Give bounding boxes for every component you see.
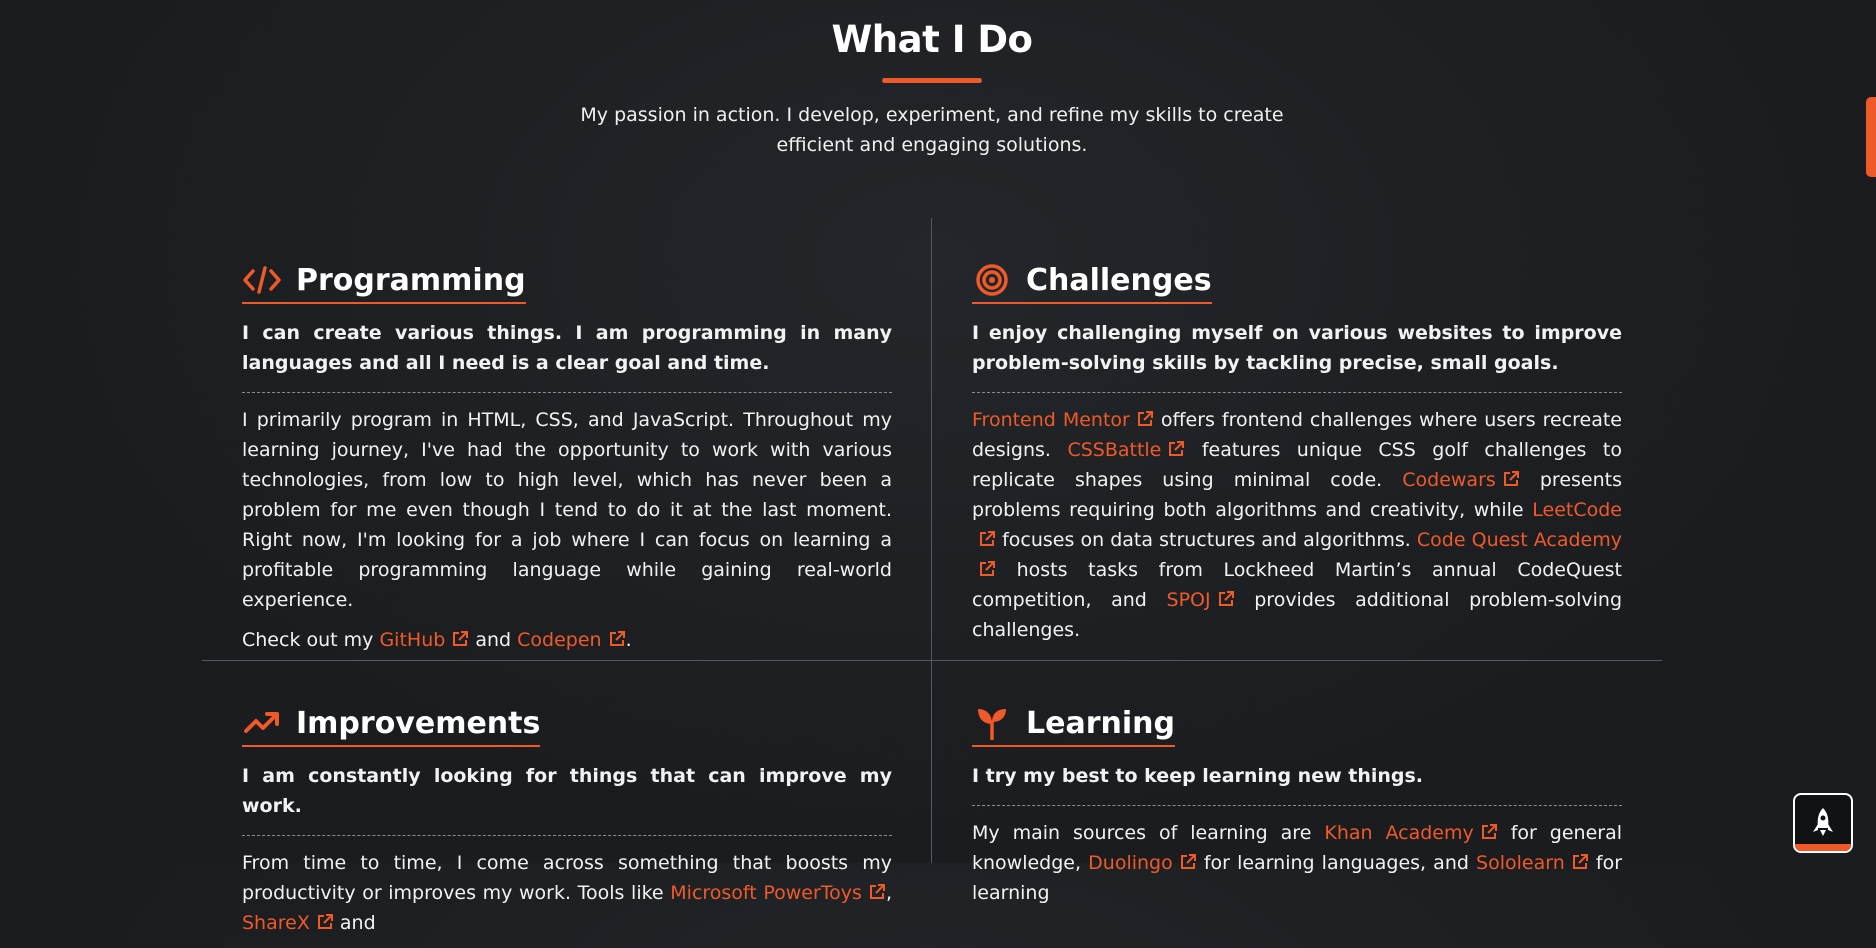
external-link-icon <box>869 884 885 899</box>
github-link-label: GitHub <box>379 629 446 651</box>
card-heading: Programming <box>242 262 526 304</box>
body-text-segment: and <box>339 912 376 934</box>
card-title: Programming <box>296 262 526 298</box>
card-lead: I can create various things. I am progra… <box>242 318 892 393</box>
link-label: Duolingo <box>1088 852 1173 874</box>
link-label: Code Quest Academy <box>1416 529 1622 551</box>
rocket-icon <box>1813 808 1833 836</box>
card-challenges: Challenges I enjoy challenging myself on… <box>972 262 1622 655</box>
back-to-top-button[interactable] <box>1793 793 1853 853</box>
section-subtitle: My passion in action. I develop, experim… <box>580 104 1284 156</box>
link-label: Codewars <box>1402 469 1496 491</box>
card-title: Challenges <box>1026 262 1212 298</box>
external-link-icon <box>317 914 333 929</box>
external-link-icon <box>980 531 995 546</box>
title-underline <box>882 78 982 83</box>
body-text-segment: focuses on data structures and algorithm… <box>1002 529 1411 551</box>
check-prefix: Check out my <box>242 629 374 651</box>
section-title: What I Do <box>831 18 1033 61</box>
external-link-icon <box>1137 411 1153 426</box>
github-link[interactable]: GitHub <box>379 629 469 651</box>
link-label: Khan Academy <box>1324 822 1474 844</box>
external-link-icon <box>1169 441 1185 456</box>
card-title: Learning <box>1026 705 1175 741</box>
external-link-icon <box>609 631 625 646</box>
duolingo-link[interactable]: Duolingo <box>1088 852 1197 874</box>
grid-vertical-divider <box>931 218 932 863</box>
external-link-icon <box>1503 471 1519 486</box>
link-label: CSSBattle <box>1067 439 1162 461</box>
external-link-icon <box>453 631 469 646</box>
card-body-paragraph: Frontend Mentor offers frontend challeng… <box>972 405 1622 645</box>
link-label: Frontend Mentor <box>972 409 1130 431</box>
link-label: Microsoft PowerToys <box>670 882 862 904</box>
card-heading: Improvements <box>242 705 541 747</box>
link-label: Sololearn <box>1476 852 1565 874</box>
link-label: LeetCode <box>1532 499 1622 521</box>
body-text-segment: for learning languages, and <box>1203 852 1469 874</box>
card-body-paragraph: I primarily program in HTML, CSS, and Ja… <box>242 409 892 611</box>
target-icon <box>972 262 1012 298</box>
card-programming: Programming I can create various things.… <box>242 262 892 665</box>
external-link-icon <box>1572 854 1588 869</box>
card-heading: Learning <box>972 705 1175 747</box>
card-body-paragraph: From time to time, I come across somethi… <box>242 852 892 934</box>
codewars-link[interactable]: Codewars <box>1402 469 1520 491</box>
card-links-paragraph: Check out my GitHub and Codepen. <box>242 625 892 655</box>
code-icon <box>242 262 282 298</box>
external-link-icon <box>1218 591 1234 606</box>
card-lead: I try my best to keep learning new thing… <box>972 761 1622 806</box>
spoj-link[interactable]: SPOJ <box>1167 589 1235 611</box>
back-to-top-accent-bar <box>1795 844 1851 851</box>
period: . <box>625 629 632 651</box>
external-link-icon <box>980 561 995 576</box>
sharex-link[interactable]: ShareX <box>242 912 334 934</box>
card-title: Improvements <box>296 705 541 741</box>
external-link-icon <box>1481 824 1497 839</box>
and-text: and <box>475 629 512 651</box>
card-lead: I enjoy challenging myself on various we… <box>972 318 1622 393</box>
card-body: I primarily program in HTML, CSS, and Ja… <box>242 405 892 655</box>
codepen-link[interactable]: Codepen <box>517 629 625 651</box>
khan-academy-link[interactable]: Khan Academy <box>1324 822 1497 844</box>
sololearn-link[interactable]: Sololearn <box>1476 852 1589 874</box>
link-label: ShareX <box>242 912 310 934</box>
link-label: SPOJ <box>1166 589 1211 611</box>
cssbattle-link[interactable]: CSSBattle <box>1067 439 1185 461</box>
frontend-mentor-link[interactable]: Frontend Mentor <box>972 409 1154 431</box>
powertoys-link[interactable]: Microsoft PowerToys <box>670 882 886 904</box>
codepen-link-label: Codepen <box>517 629 602 651</box>
trending-up-icon <box>242 705 282 741</box>
scrollbar-thumb[interactable] <box>1866 97 1876 177</box>
card-body-paragraph: My main sources of learning are Khan Aca… <box>972 818 1622 908</box>
card-learning: Learning I try my best to keep learning … <box>972 705 1622 918</box>
card-heading: Challenges <box>972 262 1212 304</box>
sprout-icon <box>972 705 1012 741</box>
card-body: From time to time, I come across somethi… <box>242 848 892 938</box>
card-body: Frontend Mentor offers frontend challeng… <box>972 405 1622 645</box>
external-link-icon <box>1180 854 1196 869</box>
body-text-segment: My main sources of learning are <box>972 822 1312 844</box>
card-body: My main sources of learning are Khan Aca… <box>972 818 1622 908</box>
card-improvements: Improvements I am constantly looking for… <box>242 705 892 948</box>
card-lead: I am constantly looking for things that … <box>242 761 892 836</box>
